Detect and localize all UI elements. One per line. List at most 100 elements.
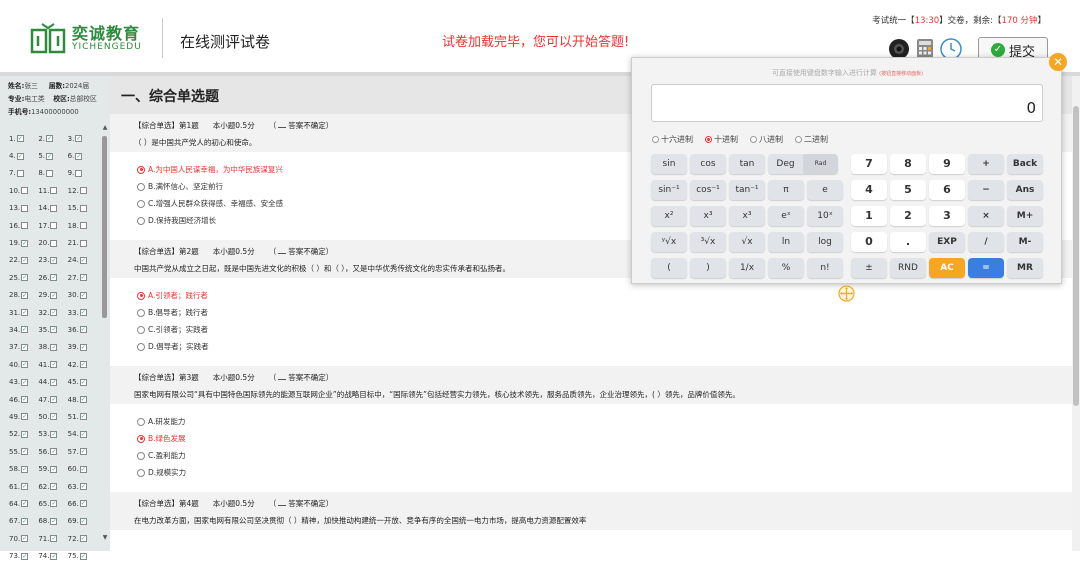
radio-icon[interactable] <box>795 136 802 143</box>
question-nav-item[interactable]: 64. ✓ <box>9 495 38 512</box>
question-nav-item[interactable]: 42. ✓ <box>68 356 97 373</box>
radio-icon[interactable] <box>137 342 145 351</box>
question-nav-item[interactable]: 55. ✓ <box>9 443 38 460</box>
question-nav-item[interactable]: 39. ✓ <box>68 339 97 356</box>
answer-option[interactable]: B.满怀信心、坚定前行 <box>137 181 223 192</box>
base-option[interactable]: 十六进制 <box>652 134 693 145</box>
question-nav-item[interactable]: 63. ✓ <box>68 478 97 495</box>
question-nav-item[interactable]: 19. ✓ <box>9 234 38 251</box>
question-nav-item[interactable]: 28. ✓ <box>9 287 38 304</box>
question-nav-item[interactable]: 17. <box>38 217 67 234</box>
answer-option[interactable]: A.引领者；践行者 <box>137 290 208 301</box>
question-nav-item[interactable]: 66. ✓ <box>68 495 97 512</box>
question-nav-item[interactable]: 6. ✓ <box>68 147 97 164</box>
answer-option[interactable]: D.倡导者；实践者 <box>137 341 209 352</box>
radio-icon[interactable] <box>137 199 145 208</box>
question-nav-item[interactable]: 16. <box>9 217 38 234</box>
calc-key[interactable]: √x <box>729 232 765 252</box>
answer-option[interactable]: C.盈利能力 <box>137 450 186 461</box>
calc-key[interactable]: e <box>807 180 843 200</box>
question-nav-item[interactable]: 57. ✓ <box>68 443 97 460</box>
question-nav-item[interactable]: 31. ✓ <box>9 304 38 321</box>
calc-key[interactable]: M+ <box>1007 206 1043 226</box>
radio-icon[interactable] <box>137 216 145 225</box>
question-nav-item[interactable]: 25. ✓ <box>9 269 38 286</box>
calc-key[interactable]: 6 <box>929 180 965 200</box>
question-nav-item[interactable]: 30. ✓ <box>68 287 97 304</box>
question-nav-item[interactable]: 24. ✓ <box>68 252 97 269</box>
radio-icon[interactable] <box>750 136 757 143</box>
sidebar-scrollbar[interactable]: ▲ ▼ <box>102 124 108 544</box>
calc-key[interactable]: ³√x <box>690 232 726 252</box>
question-nav-item[interactable]: 35. ✓ <box>38 321 67 338</box>
calc-key[interactable]: tan⁻¹ <box>729 180 765 200</box>
question-nav-item[interactable]: 52. ✓ <box>9 426 38 443</box>
question-nav-item[interactable]: 11. <box>38 182 67 199</box>
question-nav-item[interactable]: 38. ✓ <box>38 339 67 356</box>
question-nav-item[interactable]: 4. ✓ <box>9 147 38 164</box>
question-nav-item[interactable]: 73. ✓ <box>9 547 38 564</box>
calc-key[interactable]: x³ <box>729 206 765 226</box>
radio-icon[interactable] <box>137 325 145 334</box>
radio-icon[interactable] <box>137 182 145 191</box>
calc-key[interactable]: × <box>968 206 1004 226</box>
uncertain-checkbox[interactable] <box>278 246 287 254</box>
calc-key[interactable]: MR <box>1007 258 1043 278</box>
question-nav-item[interactable]: 33. ✓ <box>68 304 97 321</box>
question-nav-item[interactable]: 18. <box>68 217 97 234</box>
question-nav-item[interactable]: 40. ✓ <box>9 356 38 373</box>
calc-key[interactable]: 7 <box>851 154 887 174</box>
calc-key[interactable]: sin <box>651 154 687 174</box>
question-nav-item[interactable]: 51. ✓ <box>68 408 97 425</box>
base-option[interactable]: 八进制 <box>750 134 783 145</box>
calc-key[interactable]: AC <box>929 258 965 278</box>
radio-icon[interactable] <box>137 451 145 460</box>
question-nav-item[interactable]: 71. ✓ <box>38 530 67 547</box>
question-nav-item[interactable]: 36. ✓ <box>68 321 97 338</box>
question-nav-item[interactable]: 67. ✓ <box>9 513 38 530</box>
answer-option[interactable]: D.规模实力 <box>137 467 186 478</box>
question-nav-item[interactable]: 54. ✓ <box>68 426 97 443</box>
calc-key[interactable]: 5 <box>890 180 926 200</box>
question-nav-item[interactable]: 46. ✓ <box>9 391 38 408</box>
base-option[interactable]: 十进制 <box>705 134 738 145</box>
calc-key[interactable]: 1 <box>851 206 887 226</box>
calc-key[interactable]: ± <box>851 258 887 278</box>
radio-icon[interactable] <box>137 417 145 426</box>
radio-icon[interactable] <box>137 468 145 477</box>
calc-key[interactable]: 10ˣ <box>807 206 843 226</box>
question-nav-item[interactable]: 62. ✓ <box>38 478 67 495</box>
question-nav-item[interactable]: 58. ✓ <box>9 460 38 477</box>
answer-option[interactable]: B.倡导者；践行者 <box>137 307 208 318</box>
calc-key[interactable]: x³ <box>690 206 726 226</box>
question-nav-item[interactable]: 48. ✓ <box>68 391 97 408</box>
question-nav-item[interactable]: 12. <box>68 182 97 199</box>
question-nav-item[interactable]: 8. <box>38 165 67 182</box>
calc-key[interactable]: sin⁻¹ <box>651 180 687 200</box>
question-nav-item[interactable]: 53. ✓ <box>38 426 67 443</box>
question-nav-item[interactable]: 13. <box>9 200 38 217</box>
calc-key[interactable]: RND <box>890 258 926 278</box>
question-nav-item[interactable]: 15. <box>68 200 97 217</box>
question-nav-item[interactable]: 65. ✓ <box>38 495 67 512</box>
calc-key[interactable]: + <box>968 154 1004 174</box>
scroll-down-icon[interactable]: ▼ <box>102 534 108 541</box>
question-nav-item[interactable]: 10. <box>9 182 38 199</box>
question-nav-item[interactable]: 60. ✓ <box>68 460 97 477</box>
question-nav-item[interactable]: 47. ✓ <box>38 391 67 408</box>
radio-icon[interactable] <box>705 136 712 143</box>
main-scroll-thumb[interactable] <box>1073 106 1079 406</box>
question-nav-item[interactable]: 26. ✓ <box>38 269 67 286</box>
close-icon[interactable]: ✕ <box>1049 53 1067 71</box>
question-nav-item[interactable]: 61. ✓ <box>9 478 38 495</box>
calc-key[interactable]: ( <box>651 258 687 278</box>
sidebar-scroll-thumb[interactable] <box>102 136 107 318</box>
calc-key[interactable]: / <box>968 232 1004 252</box>
calc-key[interactable]: EXP <box>929 232 965 252</box>
calc-key[interactable]: 8 <box>890 154 926 174</box>
base-option[interactable]: 二进制 <box>795 134 828 145</box>
question-nav-item[interactable]: 23. ✓ <box>38 252 67 269</box>
calc-key[interactable]: 4 <box>851 180 887 200</box>
question-nav-item[interactable]: 20. <box>38 234 67 251</box>
deg-rad-toggle[interactable]: Deg Rad <box>768 154 838 174</box>
